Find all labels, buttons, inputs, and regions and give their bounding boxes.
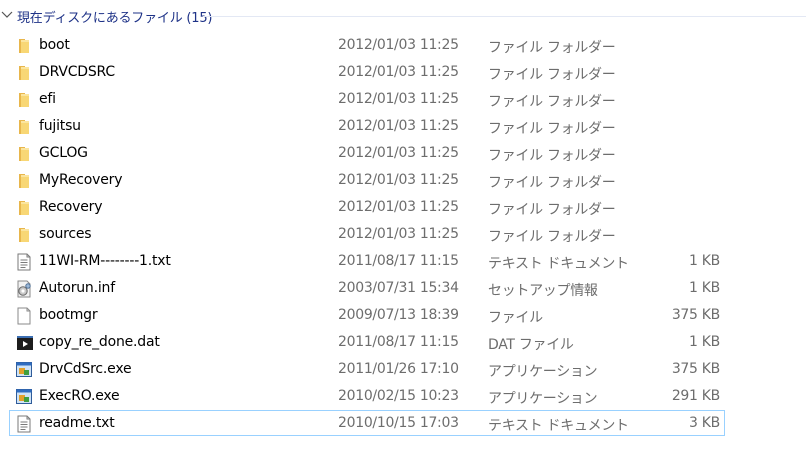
folder-icon	[16, 64, 32, 82]
file-type: アプリケーション	[488, 391, 598, 407]
file-type: ファイル フォルダー	[488, 67, 616, 83]
file-size: 291 KB	[671, 388, 720, 404]
file-row[interactable]: DrvCdSrc.exe 2011/01/26 17:10 アプリケーション 375 …	[9, 356, 725, 382]
file-type: ファイル フォルダー	[488, 229, 616, 245]
file-name: MyRecovery	[39, 172, 123, 188]
file-type: セットアップ情報	[488, 283, 598, 299]
text-document-icon	[16, 253, 32, 271]
file-row-selected[interactable]: readme.txt 2010/10/15 17:03 テキスト ドキュメント 3 K…	[9, 410, 725, 436]
file-date-modified: 2010/02/15 10:23	[338, 388, 459, 404]
file-name: DrvCdSrc.exe	[39, 361, 132, 377]
file-type: ファイル	[488, 310, 543, 326]
folder-icon	[16, 172, 32, 190]
group-divider	[203, 16, 806, 17]
file-size: 1 KB	[689, 334, 720, 350]
file-name: bootmgr	[39, 307, 98, 323]
file-name: ExecRO.exe	[39, 388, 120, 404]
blank-file-icon	[16, 307, 32, 325]
file-row[interactable]: ExecRO.exe 2010/02/15 10:23 アプリケーション 291 KB	[9, 383, 725, 409]
file-type: ファイル フォルダー	[488, 202, 616, 218]
file-date-modified: 2012/01/03 11:25	[338, 172, 459, 188]
chevron-down-icon[interactable]	[1, 10, 13, 20]
folder-icon	[16, 226, 32, 244]
file-row[interactable]: bootmgr 2009/07/13 18:39 ファイル 375 KB	[9, 302, 725, 328]
file-name: Recovery	[39, 199, 103, 215]
file-row[interactable]: boot 2012/01/03 11:25 ファイル フォルダー	[9, 32, 725, 58]
file-name: copy_re_done.dat	[39, 334, 160, 350]
file-date-modified: 2012/01/03 11:25	[338, 145, 459, 161]
file-type: テキスト ドキュメント	[488, 418, 629, 434]
folder-icon	[16, 118, 32, 136]
file-row[interactable]: GCLOG 2012/01/03 11:25 ファイル フォルダー	[9, 140, 725, 166]
file-size: 1 KB	[689, 280, 720, 296]
file-type: ファイル フォルダー	[488, 148, 616, 164]
file-row[interactable]: 11WI-RM--------1.txt 2011/08/17 11:15 テキスト…	[9, 248, 725, 274]
file-name: GCLOG	[39, 145, 88, 161]
folder-icon	[16, 37, 32, 55]
file-row[interactable]: MyRecovery 2012/01/03 11:25 ファイル フォルダー	[9, 167, 725, 193]
file-row[interactable]: fujitsu 2012/01/03 11:25 ファイル フォルダー	[9, 113, 725, 139]
file-row[interactable]: sources 2012/01/03 11:25 ファイル フォルダー	[9, 221, 725, 247]
group-header[interactable]: 現在ディスクにあるファイル (15)	[0, 4, 810, 26]
file-size: 1 KB	[689, 253, 720, 269]
file-date-modified: 2012/01/03 11:25	[338, 37, 459, 53]
file-name: 11WI-RM--------1.txt	[39, 253, 171, 269]
file-date-modified: 2012/01/03 11:25	[338, 118, 459, 134]
folder-icon	[16, 145, 32, 163]
group-title: 現在ディスクにあるファイル (15)	[17, 11, 213, 26]
file-name: efi	[39, 91, 56, 107]
file-date-modified: 2009/07/13 18:39	[338, 307, 459, 323]
file-type: ファイル フォルダー	[488, 40, 616, 56]
file-type: ファイル フォルダー	[488, 121, 616, 137]
file-type: テキスト ドキュメント	[488, 256, 629, 272]
file-row[interactable]: DRVCDSRC 2012/01/03 11:25 ファイル フォルダー	[9, 59, 725, 85]
file-name: sources	[39, 226, 92, 242]
file-row[interactable]: efi 2012/01/03 11:25 ファイル フォルダー	[9, 86, 725, 112]
file-date-modified: 2012/01/03 11:25	[338, 226, 459, 242]
file-row[interactable]: Autorun.inf 2003/07/31 15:34 セットアップ情報 1 KB	[9, 275, 725, 301]
folder-icon	[16, 199, 32, 217]
file-date-modified: 2012/01/03 11:25	[338, 64, 459, 80]
file-name: fujitsu	[39, 118, 81, 134]
file-row[interactable]: copy_re_done.dat 2011/08/17 11:15 DAT ファイル…	[9, 329, 725, 355]
file-row[interactable]: Recovery 2012/01/03 11:25 ファイル フォルダー	[9, 194, 725, 220]
folder-icon	[16, 91, 32, 109]
media-file-icon	[16, 334, 33, 352]
file-size: 375 KB	[671, 307, 720, 323]
file-type: ファイル フォルダー	[488, 175, 616, 191]
file-date-modified: 2012/01/03 11:25	[338, 91, 459, 107]
setup-info-icon	[16, 280, 32, 298]
file-name: Autorun.inf	[39, 280, 115, 296]
text-document-icon	[16, 415, 32, 433]
file-size: 375 KB	[671, 361, 720, 377]
file-name: boot	[39, 37, 70, 53]
file-date-modified: 2011/08/17 11:15	[338, 253, 459, 269]
next-group-header-cutoff	[17, 446, 277, 450]
application-icon	[16, 361, 32, 379]
file-date-modified: 2011/01/26 17:10	[338, 361, 459, 377]
file-date-modified: 2010/10/15 17:03	[338, 415, 459, 431]
file-type: アプリケーション	[488, 364, 598, 380]
file-name: readme.txt	[39, 415, 115, 431]
file-type: ファイル フォルダー	[488, 94, 616, 110]
file-date-modified: 2011/08/17 11:15	[338, 334, 459, 350]
file-name: DRVCDSRC	[39, 64, 115, 80]
file-date-modified: 2012/01/03 11:25	[338, 199, 459, 215]
file-size: 3 KB	[689, 415, 720, 431]
file-date-modified: 2003/07/31 15:34	[338, 280, 459, 296]
file-type: DAT ファイル	[488, 337, 574, 353]
application-icon	[16, 388, 32, 406]
